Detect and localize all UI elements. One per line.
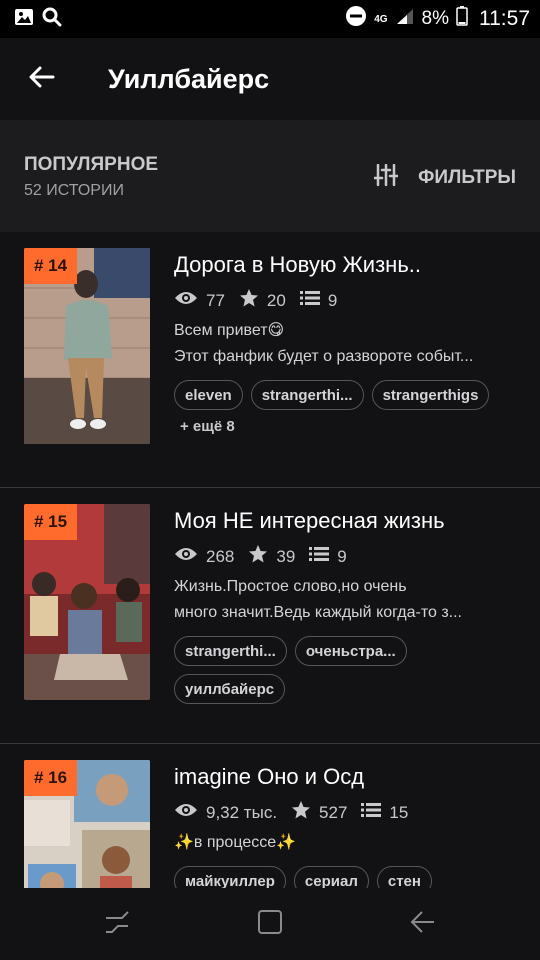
home-icon xyxy=(257,909,283,940)
rank-badge: # 16 xyxy=(24,760,78,796)
status-bar: 4G 8% 11:57 xyxy=(0,0,540,38)
description-line: ✨в процессе✨ xyxy=(174,834,297,851)
eye-icon xyxy=(174,546,198,567)
story-description: ✨в процессе✨ xyxy=(174,830,520,856)
tag-chip[interactable]: оченьстра... xyxy=(294,636,407,666)
eye-icon xyxy=(174,290,198,311)
tag-list: eleven strangerthi... strangerthigs + ещ… xyxy=(174,380,520,435)
votes-count: 20 xyxy=(266,290,286,310)
parts-count: 9 xyxy=(327,290,338,310)
sliders-icon xyxy=(372,163,400,191)
home-button[interactable] xyxy=(230,888,310,960)
parts-count: 15 xyxy=(389,802,409,822)
tag-list: strangerthi... оченьстра... уиллбайерс xyxy=(174,636,520,704)
tag-chip[interactable]: strangerthi... xyxy=(250,380,364,410)
list-icon xyxy=(309,546,330,567)
filters-button[interactable]: ФИЛЬТРЫ xyxy=(372,163,516,191)
list-icon xyxy=(361,802,382,823)
rank-badge: # 14 xyxy=(24,248,78,284)
story-item[interactable]: # 15 Моя НЕ интересная жизнь 268 39 9 Жи… xyxy=(0,488,540,744)
eye-icon xyxy=(174,802,198,823)
story-count: 52 ИСТОРИИ xyxy=(24,182,124,199)
story-title[interactable]: imagine Оно и Осд xyxy=(174,764,364,790)
navigation-bar xyxy=(0,888,540,960)
story-item[interactable]: # 14 Дорога в Новую Жизнь.. 77 20 9 Всем… xyxy=(0,232,540,488)
views-count: 268 xyxy=(206,546,235,566)
arrow-left-icon xyxy=(29,66,55,93)
section-title: ПОПУЛЯРНОЕ xyxy=(24,154,159,175)
battery-icon xyxy=(456,6,468,32)
story-description: Всем привет😋 Этот фанфик будет о разворо… xyxy=(174,318,520,370)
parts-count: 9 xyxy=(337,546,347,566)
more-tags-link[interactable]: + ещё 8 xyxy=(174,418,235,435)
battery-percent: 8% xyxy=(421,8,449,29)
story-stats: 77 20 9 xyxy=(174,288,351,313)
votes-count: 527 xyxy=(319,802,348,822)
filters-label: ФИЛЬТРЫ xyxy=(418,166,516,188)
tag-chip[interactable]: strangerthigs xyxy=(371,380,490,410)
votes-count: 39 xyxy=(276,546,296,566)
clock: 11:57 xyxy=(479,7,530,30)
search-icon xyxy=(42,7,62,32)
tag-chip[interactable]: уиллбайерс xyxy=(174,674,286,704)
description-line: Жизнь.Простое слово,но очень xyxy=(174,578,407,595)
description-line: Всем привет😋 xyxy=(174,322,285,339)
story-title[interactable]: Моя НЕ интересная жизнь xyxy=(174,508,445,534)
recents-button[interactable] xyxy=(77,888,157,960)
star-icon xyxy=(291,800,311,825)
back-nav-icon xyxy=(410,910,436,939)
star-icon xyxy=(239,288,259,313)
signal-icon xyxy=(395,7,415,31)
tag-chip[interactable]: eleven xyxy=(174,380,243,410)
do-not-disturb-icon xyxy=(345,5,367,33)
story-description: Жизнь.Простое слово,но очень много значи… xyxy=(174,574,520,626)
views-count: 9,32 тыс. xyxy=(206,802,278,822)
story-cover[interactable]: # 15 xyxy=(24,504,150,700)
story-cover[interactable]: # 14 xyxy=(24,248,150,444)
rank-badge: # 15 xyxy=(24,504,78,540)
story-stats: 9,32 тыс. 527 15 xyxy=(174,800,422,825)
network-type: 4G xyxy=(374,13,388,25)
section-header: ПОПУЛЯРНОЕ 52 ИСТОРИИ ФИЛЬТРЫ xyxy=(0,120,540,232)
back-nav-button[interactable] xyxy=(383,888,463,960)
back-button[interactable] xyxy=(0,38,84,120)
views-count: 77 xyxy=(206,290,225,310)
story-title[interactable]: Дорога в Новую Жизнь.. xyxy=(174,252,421,278)
gallery-icon xyxy=(14,8,34,31)
list-icon xyxy=(299,290,320,311)
story-stats: 268 39 9 xyxy=(174,544,361,569)
star-icon xyxy=(248,544,268,569)
app-bar: Уиллбайерс xyxy=(0,38,540,120)
recents-icon xyxy=(104,910,130,939)
description-line: Этот фанфик будет о развороте событ... xyxy=(174,348,474,365)
page-title: Уиллбайерс xyxy=(108,63,270,94)
description-line: много значит.Ведь каждый когда-то з... xyxy=(174,604,462,621)
tag-chip[interactable]: strangerthi... xyxy=(174,636,287,666)
